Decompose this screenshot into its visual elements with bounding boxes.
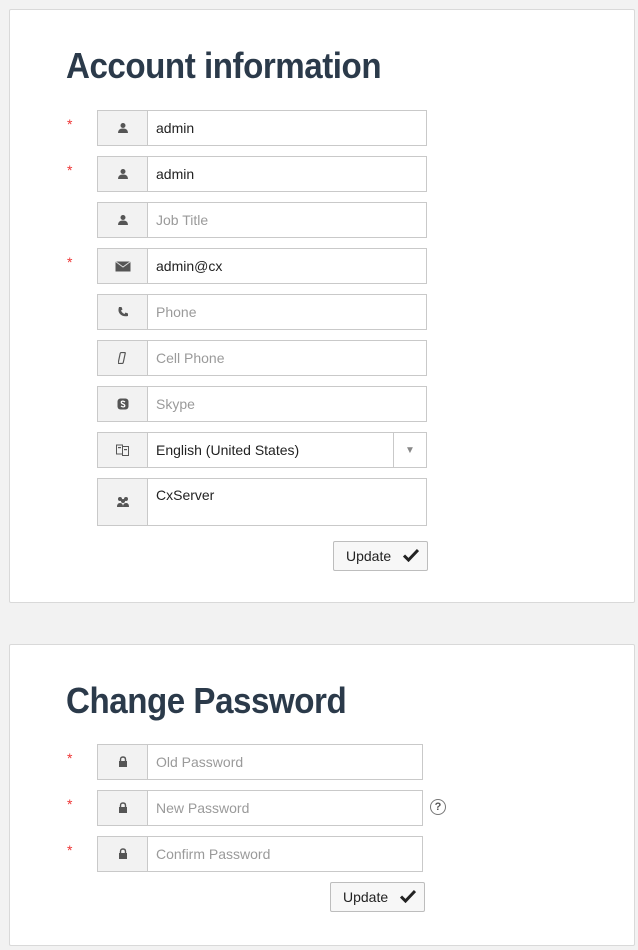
envelope-icon <box>98 249 148 283</box>
change-password-panel: Change Password * Old Password * New Pas… <box>9 644 635 946</box>
required-asterisk: * <box>67 796 73 812</box>
required-asterisk: * <box>67 254 73 270</box>
help-icon[interactable]: ? <box>430 799 446 815</box>
skype-field[interactable]: Skype <box>97 386 427 422</box>
update-button-label: Update <box>346 548 392 564</box>
lock-icon <box>98 837 148 871</box>
language-icon <box>98 433 148 467</box>
old-password-field[interactable]: Old Password <box>97 744 423 780</box>
checkmark-icon <box>403 548 420 565</box>
job-title-field[interactable]: Job Title <box>97 202 427 238</box>
cell-phone-input[interactable]: Cell Phone <box>148 341 426 375</box>
required-asterisk: * <box>67 750 73 766</box>
old-password-input[interactable]: Old Password <box>148 745 422 779</box>
team-field[interactable]: CxServer <box>97 478 427 526</box>
update-button-label: Update <box>343 889 389 905</box>
lock-icon <box>98 745 148 779</box>
required-asterisk: * <box>67 842 73 858</box>
team-value: CxServer <box>156 487 215 503</box>
required-asterisk: * <box>67 162 73 178</box>
phone-icon <box>98 295 148 329</box>
phone-field[interactable]: Phone <box>97 294 427 330</box>
skype-icon <box>98 387 148 421</box>
required-asterisk: * <box>67 116 73 132</box>
lock-icon <box>98 791 148 825</box>
skype-input[interactable]: Skype <box>148 387 426 421</box>
user-icon <box>98 111 148 145</box>
email-field[interactable]: admin@cx <box>97 248 427 284</box>
confirm-password-field[interactable]: Confirm Password <box>97 836 423 872</box>
team-icon <box>98 479 148 525</box>
update-password-button[interactable]: Update <box>330 882 426 912</box>
email-input[interactable]: admin@cx <box>148 249 426 283</box>
last-name-input[interactable]: admin <box>148 157 426 191</box>
user-icon <box>98 203 148 237</box>
language-select[interactable]: English (United States) ▼ <box>97 432 427 468</box>
phone-input[interactable]: Phone <box>148 295 426 329</box>
first-name-field[interactable]: admin <box>97 110 427 146</box>
account-information-title: Account information <box>66 45 382 86</box>
first-name-input[interactable]: admin <box>148 111 426 145</box>
cell-phone-field[interactable]: Cell Phone <box>97 340 427 376</box>
language-value: English (United States) <box>156 442 300 458</box>
user-icon <box>98 157 148 191</box>
job-title-input[interactable]: Job Title <box>148 203 426 237</box>
confirm-password-input[interactable]: Confirm Password <box>148 837 422 871</box>
new-password-input[interactable]: New Password <box>148 791 422 825</box>
mobile-icon <box>98 341 148 375</box>
update-account-button[interactable]: Update <box>333 541 429 571</box>
new-password-field[interactable]: New Password <box>97 790 423 826</box>
chevron-down-icon[interactable]: ▼ <box>393 433 426 467</box>
checkmark-icon <box>400 889 417 906</box>
account-information-panel: Account information * admin * admin Job … <box>9 9 635 603</box>
change-password-title: Change Password <box>66 680 347 721</box>
last-name-field[interactable]: admin <box>97 156 427 192</box>
